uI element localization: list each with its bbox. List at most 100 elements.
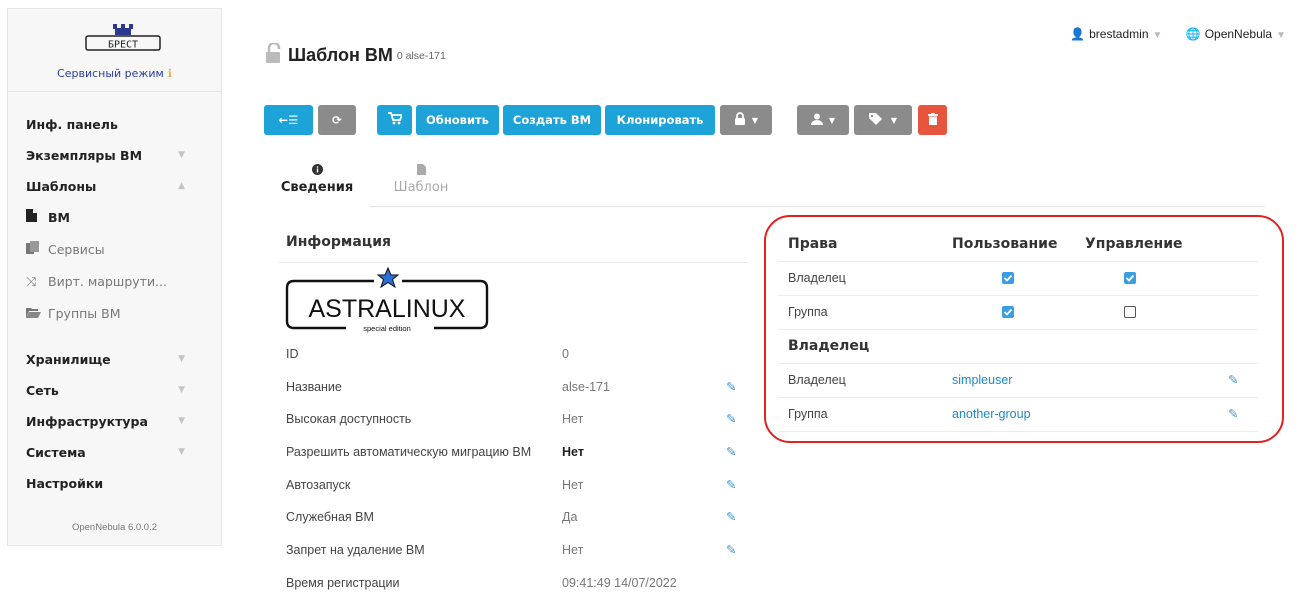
- info-row-registration-time: Время регистрации 09:41:49 14/07/2022: [278, 567, 748, 600]
- create-vm-button[interactable]: Создать ВМ: [503, 105, 601, 135]
- row-value: Нет: [562, 543, 584, 558]
- divider: [278, 262, 748, 263]
- sidebar-item-infrastructure[interactable]: Инфраструктура ▼: [8, 406, 221, 437]
- cart-icon: [387, 112, 403, 128]
- chevron-down-icon: ▼: [890, 115, 898, 125]
- row-label: Служебная ВМ: [286, 510, 374, 525]
- edit-icon[interactable]: ✎: [726, 403, 736, 436]
- chevron-down-icon: ▼: [178, 385, 185, 395]
- chevron-down-icon: ▼: [178, 416, 185, 426]
- labels-dropdown-button[interactable]: ▼: [854, 105, 912, 135]
- manage-header: Управление: [1085, 236, 1183, 252]
- brand: БРЕСТ Сервисный режим ℹ: [8, 9, 221, 92]
- info-section-title: Информация: [286, 234, 391, 250]
- back-list-icon: ←☰: [278, 113, 299, 127]
- sidebar: БРЕСТ Сервисный режим ℹ Инф. панель Экзем…: [7, 8, 222, 546]
- tab-template[interactable]: Шаблон: [369, 160, 473, 206]
- sidebar-item-dashboard[interactable]: Инф. панель: [8, 109, 221, 140]
- row-label: Высокая доступность: [286, 412, 412, 427]
- rights-header: Права: [788, 236, 838, 252]
- row-value: Нет: [562, 412, 584, 427]
- edit-icon[interactable]: ✎: [726, 436, 736, 469]
- tab-info[interactable]: Сведения: [265, 160, 369, 208]
- marketplace-button[interactable]: [377, 105, 412, 135]
- file-icon: [369, 164, 473, 178]
- owner-dropdown-button[interactable]: ▼: [797, 105, 849, 135]
- owner-manage-checkbox[interactable]: [1124, 272, 1136, 284]
- sidebar-item-label: Хранилище: [26, 352, 111, 367]
- sidebar-item-services[interactable]: Сервисы: [8, 234, 221, 266]
- edit-icon[interactable]: ✎: [726, 534, 736, 567]
- tab-label: Шаблон: [393, 180, 449, 195]
- lock-dropdown-button[interactable]: ▼: [720, 105, 772, 135]
- file-icon: [26, 203, 48, 235]
- sidebar-item-vms[interactable]: Экземпляры ВМ ▼: [8, 140, 221, 171]
- edit-icon[interactable]: ✎: [726, 501, 736, 534]
- back-to-list-button[interactable]: ←☰: [264, 105, 313, 135]
- sidebar-item-templates[interactable]: Шаблоны ▲: [8, 171, 221, 202]
- group-manage-checkbox[interactable]: [1124, 306, 1136, 318]
- group-link[interactable]: another-group: [952, 398, 1031, 431]
- permission-row-owner: Владелец: [778, 262, 1258, 296]
- info-icon[interactable]: ℹ: [168, 67, 172, 80]
- brest-logo[interactable]: БРЕСТ: [85, 23, 161, 70]
- owner-use-checkbox[interactable]: [1002, 272, 1014, 284]
- sidebar-item-label: Сеть: [26, 383, 59, 398]
- row-label: Запрет на удаление ВМ: [286, 543, 425, 558]
- info-row-name: Название alse-171 ✎: [278, 371, 748, 404]
- chevron-down-icon: ▼: [828, 115, 836, 125]
- owner-link[interactable]: simpleuser: [952, 364, 1012, 397]
- user-menu[interactable]: 👤 brestadmin ▼: [1066, 27, 1166, 41]
- service-mode-label: Сервисный режим ℹ: [8, 67, 221, 80]
- chevron-down-icon: ▼: [178, 447, 185, 457]
- zone-name: OpenNebula: [1204, 27, 1273, 41]
- info-row-ha: Высокая доступность Нет ✎: [278, 403, 748, 436]
- info-table: ID 0 Название alse-171 ✎ Высокая доступн…: [278, 338, 748, 600]
- sidebar-item-settings[interactable]: Настройки: [8, 468, 221, 499]
- page-title: Шаблон ВМ: [288, 45, 393, 65]
- sidebar-item-label: ВМ: [48, 210, 70, 225]
- sidebar-item-virtual-routers[interactable]: ⤨ Вирт. маршрути...: [8, 266, 221, 298]
- edit-icon[interactable]: ✎: [726, 371, 736, 404]
- edit-icon[interactable]: ✎: [726, 469, 736, 502]
- chevron-down-icon: ▼: [751, 115, 759, 125]
- info-row-delete-protection: Запрет на удаление ВМ Нет ✎: [278, 534, 748, 567]
- sidebar-item-system[interactable]: Система ▼: [8, 437, 221, 468]
- chevron-down-icon: ▼: [178, 150, 185, 160]
- info-row-id: ID 0: [278, 338, 748, 371]
- sidebar-item-storage[interactable]: Хранилище ▼: [8, 344, 221, 375]
- ownership-row-owner: Владелец simpleuser ✎: [778, 364, 1258, 398]
- group-use-checkbox[interactable]: [1002, 306, 1014, 318]
- globe-icon: 🌐: [1185, 27, 1201, 41]
- row-value: alse-171: [562, 379, 610, 394]
- ownership-section-title: Владелец: [788, 338, 870, 354]
- tags-icon: [868, 112, 885, 128]
- sidebar-item-vm-templates[interactable]: ВМ: [8, 202, 221, 234]
- permission-row-group: Группа: [778, 296, 1258, 330]
- sidebar-item-network[interactable]: Сеть ▼: [8, 375, 221, 406]
- delete-button[interactable]: [918, 105, 947, 135]
- edit-icon[interactable]: ✎: [1228, 364, 1238, 397]
- clone-button[interactable]: Клонировать: [605, 105, 715, 135]
- permissions-table: Права Пользование Управление Владелец Гр…: [778, 228, 1258, 432]
- sidebar-item-label: Группы ВМ: [48, 306, 121, 321]
- info-row-autostart: Автозапуск Нет ✎: [278, 469, 748, 502]
- reload-button[interactable]: ⟳: [318, 105, 356, 135]
- row-label: Время регистрации: [286, 575, 400, 590]
- page-header: Шаблон ВМ 0 alse-171: [264, 41, 446, 68]
- service-mode-text: Сервисный режим: [57, 67, 164, 80]
- svg-text:БРЕСТ: БРЕСТ: [108, 40, 138, 51]
- zone-menu[interactable]: 🌐 OpenNebula ▼: [1182, 27, 1286, 41]
- sidebar-item-vm-groups[interactable]: Группы ВМ: [8, 298, 221, 330]
- update-button[interactable]: Обновить: [416, 105, 499, 135]
- page-subtitle: 0 alse-171: [396, 49, 446, 62]
- ownership-header: Владелец: [778, 330, 1258, 364]
- svg-text:ASTRALINUX: ASTRALINUX: [309, 295, 466, 323]
- sidebar-item-label: Вирт. маршрути...: [48, 274, 167, 289]
- sidebar-item-label: Инфраструктура: [26, 414, 148, 429]
- row-label: Автозапуск: [286, 477, 351, 492]
- row-label: ID: [286, 347, 299, 361]
- refresh-icon: ⟳: [332, 113, 342, 127]
- sidebar-menu: Инф. панель Экземпляры ВМ ▼ Шаблоны ▲ ВМ С…: [8, 109, 221, 499]
- edit-icon[interactable]: ✎: [1228, 398, 1238, 431]
